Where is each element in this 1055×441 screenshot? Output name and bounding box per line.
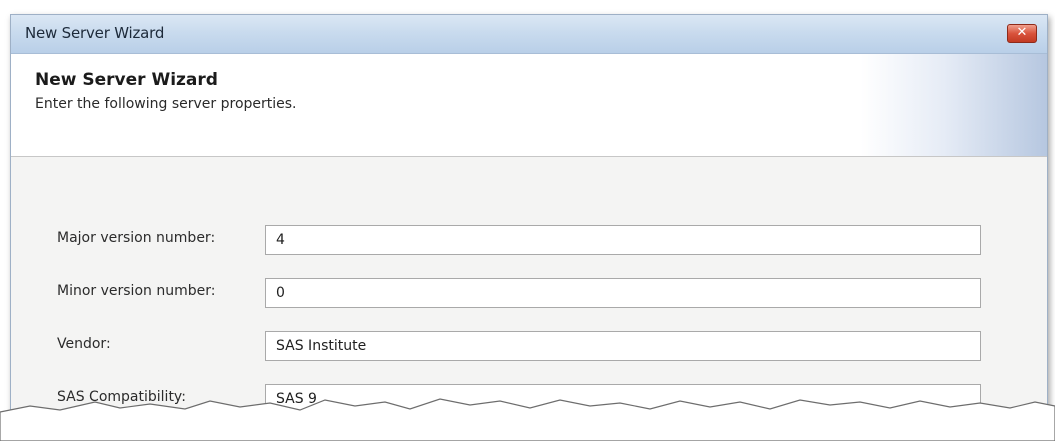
screenshot-stage: New Server Wizard ✕ New Server Wizard En… bbox=[0, 0, 1055, 441]
wizard-page-subtitle: Enter the following server properties. bbox=[35, 96, 297, 112]
wizard-window: New Server Wizard ✕ New Server Wizard En… bbox=[10, 14, 1048, 441]
wizard-header: New Server Wizard Enter the following se… bbox=[11, 54, 1047, 157]
close-icon: ✕ bbox=[1016, 25, 1028, 40]
major-version-input[interactable] bbox=[265, 225, 981, 255]
vendor-label: Vendor: bbox=[57, 336, 111, 352]
close-button[interactable]: ✕ bbox=[1007, 24, 1037, 43]
window-title: New Server Wizard bbox=[25, 24, 165, 42]
minor-version-input[interactable] bbox=[265, 278, 981, 308]
wizard-page-title: New Server Wizard bbox=[35, 70, 218, 90]
wizard-body: Major version number: Minor version numb… bbox=[11, 157, 1047, 441]
sas-compatibility-label: SAS Compatibility: bbox=[57, 389, 186, 405]
major-version-row: Major version number: bbox=[11, 223, 1047, 257]
title-bar[interactable]: New Server Wizard ✕ bbox=[11, 15, 1047, 54]
sas-compatibility-input[interactable] bbox=[265, 384, 981, 414]
major-version-label: Major version number: bbox=[57, 230, 216, 246]
sas-compatibility-row: SAS Compatibility: bbox=[11, 382, 1047, 416]
vendor-row: Vendor: bbox=[11, 329, 1047, 363]
minor-version-row: Minor version number: bbox=[11, 276, 1047, 310]
minor-version-label: Minor version number: bbox=[57, 283, 216, 299]
vendor-input[interactable] bbox=[265, 331, 981, 361]
